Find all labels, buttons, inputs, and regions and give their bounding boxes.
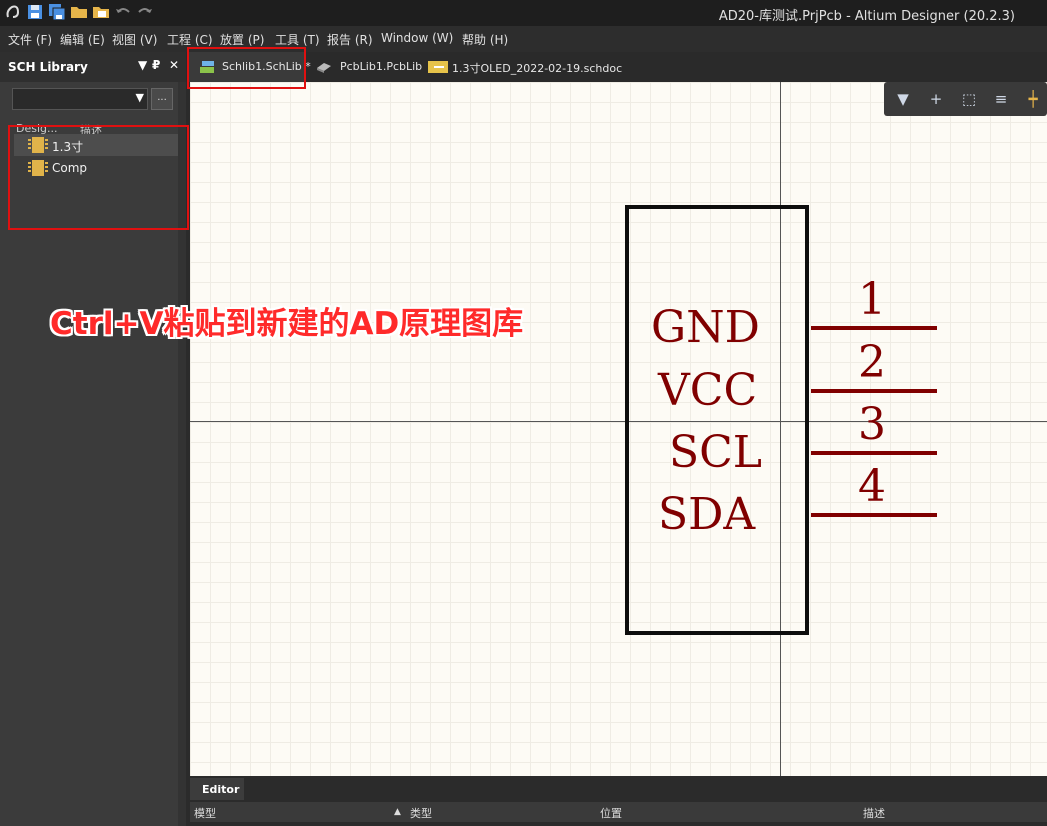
highlight-box-library-list (8, 125, 189, 230)
pin-number-label: 4 (858, 461, 886, 512)
crosshair-horizontal (190, 421, 1047, 422)
editor-tab-label: Editor (202, 783, 240, 796)
library-filter-combo[interactable]: ▼ (12, 88, 148, 110)
schematic-canvas[interactable]: GND VCC SCL SDA 1 2 3 4 (190, 82, 1047, 776)
pin-number-label: 3 (858, 399, 886, 450)
pin-name-label: SDA (658, 489, 756, 540)
tab-pcblib[interactable]: PcbLib1.PcbLib (310, 52, 423, 82)
pin-name-label: VCC (658, 365, 758, 416)
menu-view[interactable]: 视图 (V) (112, 31, 157, 48)
open-project-icon[interactable] (92, 3, 110, 21)
pin-line[interactable] (811, 451, 937, 455)
save-all-icon[interactable] (48, 3, 66, 21)
active-bar-toolbar: ▼ + ⬚ ≡ ┿ (884, 82, 1047, 116)
pin-panel-icon[interactable]: ₽ (152, 58, 160, 72)
open-folder-icon[interactable] (70, 3, 88, 21)
pin-line[interactable] (811, 326, 937, 330)
menu-help[interactable]: 帮助 (H) (462, 31, 508, 48)
close-panel-icon[interactable]: ✕ (169, 58, 179, 72)
highlight-box-tab (187, 47, 306, 89)
tab-label: PcbLib1.PcbLib (340, 60, 423, 73)
schdoc-icon (428, 61, 448, 73)
undo-icon[interactable] (114, 3, 132, 21)
tab-schdoc[interactable]: 1.3寸OLED_2022-02-19.schdoc (424, 52, 624, 82)
panel-title: SCH Library (8, 60, 88, 74)
place-pin-icon[interactable]: ┿ (1024, 90, 1042, 108)
editor-panel: Editor 模型 ▲ 类型 位置 描述 (190, 776, 1047, 826)
column-location[interactable]: 位置 (600, 805, 622, 821)
save-icon[interactable] (26, 3, 44, 21)
window-title: AD20-库测试.PrjPcb - Altium Designer (20.2.… (718, 9, 1015, 24)
tab-label: 1.3寸OLED_2022-02-19.schdoc (452, 62, 623, 75)
panel-menu-icon[interactable]: ▼ (138, 58, 147, 72)
instruction-annotation: Ctrl+V粘贴到新建的AD原理图库 (50, 306, 524, 342)
tab-editor[interactable]: Editor (190, 778, 244, 800)
pin-line[interactable] (811, 389, 937, 393)
pcblib-icon (317, 63, 331, 73)
menu-project[interactable]: 工程 (C) (167, 31, 213, 48)
menu-reports[interactable]: 报告 (R) (327, 31, 373, 48)
column-type[interactable]: 类型 (410, 805, 432, 821)
menu-file[interactable]: 文件 (F) (8, 31, 52, 48)
align-icon[interactable]: ≡ (992, 90, 1010, 108)
pin-number-label: 1 (858, 274, 886, 325)
redo-icon[interactable] (136, 3, 154, 21)
column-model[interactable]: 模型 (194, 805, 216, 821)
chevron-down-icon: ▼ (135, 91, 144, 104)
filter-icon[interactable]: ▼ (894, 90, 912, 108)
title-bar: AD20-库测试.PrjPcb - Altium Designer (20.2.… (0, 0, 1047, 26)
pin-name-label: GND (651, 302, 760, 353)
menu-place[interactable]: 放置 (P) (220, 31, 264, 48)
column-description[interactable]: 描述 (863, 805, 885, 821)
editor-header-row: 模型 ▲ 类型 位置 描述 (190, 802, 1047, 822)
more-button[interactable]: ... (151, 88, 173, 110)
document-tab-bar: Schlib1.SchLib * PcbLib1.PcbLib 1.3寸OLED… (186, 52, 1047, 82)
menu-tools[interactable]: 工具 (T) (275, 31, 320, 48)
pin-name-label: SCL (669, 427, 763, 478)
menu-window[interactable]: Window (W) (381, 31, 453, 45)
panel-header: SCH Library ▼ ₽ ✕ (0, 52, 186, 82)
pin-number-label: 2 (858, 337, 886, 388)
pin-line[interactable] (811, 513, 937, 517)
menu-edit[interactable]: 编辑 (E) (60, 31, 105, 48)
component-body[interactable] (625, 205, 809, 635)
menu-bar: 文件 (F) 编辑 (E) 视图 (V) 工程 (C) 放置 (P) 工具 (T… (0, 26, 1047, 52)
altium-logo-icon (6, 5, 20, 18)
move-crosshair-icon[interactable]: + (927, 90, 945, 108)
sort-ascending-icon[interactable]: ▲ (394, 807, 401, 817)
select-area-icon[interactable]: ⬚ (960, 90, 978, 108)
